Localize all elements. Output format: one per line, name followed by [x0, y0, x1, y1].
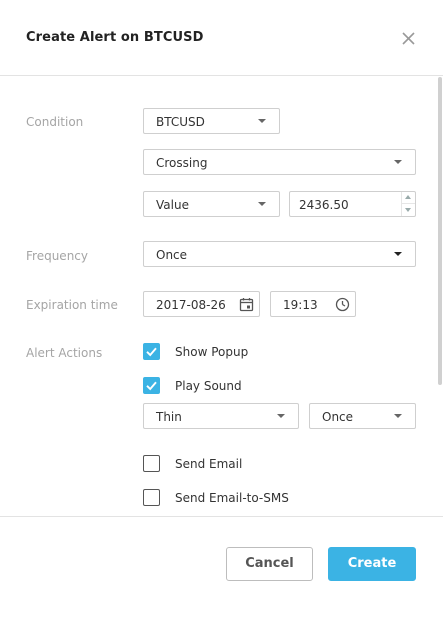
chevron-down-icon	[394, 160, 402, 164]
cancel-button[interactable]: Cancel	[226, 547, 313, 581]
expiration-time-input[interactable]: 19:13	[270, 291, 356, 317]
expiration-label: Expiration time	[26, 298, 118, 312]
calendar-icon[interactable]	[239, 297, 254, 312]
send-email-sms-checkbox[interactable]	[143, 489, 160, 506]
frequency-select[interactable]: Once	[143, 241, 416, 267]
value-input-text: 2436.50	[299, 198, 349, 212]
dialog-body: Condition BTCUSD Crossing Value 2436.50 …	[0, 77, 443, 516]
value-type-value: Value	[156, 198, 189, 212]
sound-name-select[interactable]: Thin	[143, 403, 299, 429]
stepper-divider	[402, 203, 415, 204]
chevron-down-icon	[258, 119, 266, 123]
chevron-down-icon	[394, 414, 402, 418]
expiration-date-input[interactable]: 2017-08-26	[143, 291, 260, 317]
value-type-select[interactable]: Value	[143, 191, 280, 217]
expiration-time-value: 19:13	[283, 298, 318, 312]
chevron-down-icon	[277, 414, 285, 418]
sound-repeat-select[interactable]: Once	[309, 403, 416, 429]
show-popup-checkbox[interactable]	[143, 343, 160, 360]
sound-repeat-value: Once	[322, 410, 354, 424]
expiration-date-value: 2017-08-26	[156, 298, 226, 312]
dialog-footer: Cancel Create	[0, 516, 443, 617]
create-button[interactable]: Create	[328, 547, 416, 581]
close-button[interactable]	[400, 30, 418, 48]
chevron-down-icon	[258, 202, 266, 206]
chevron-down-icon	[394, 252, 402, 256]
dialog-title: Create Alert on BTCUSD	[26, 30, 204, 45]
symbol-select-value: BTCUSD	[156, 115, 205, 129]
create-alert-dialog: Create Alert on BTCUSD Condition BTCUSD …	[0, 0, 443, 617]
frequency-select-value: Once	[156, 248, 188, 262]
alert-actions-label: Alert Actions	[26, 346, 103, 360]
dialog-header: Create Alert on BTCUSD	[0, 0, 443, 76]
condition-operator-value: Crossing	[156, 156, 208, 170]
send-email-label[interactable]: Send Email	[175, 457, 242, 471]
frequency-label: Frequency	[26, 249, 88, 263]
chevron-down-icon[interactable]	[405, 208, 411, 212]
close-icon	[402, 32, 415, 45]
condition-label: Condition	[26, 115, 84, 129]
show-popup-label[interactable]: Show Popup	[175, 345, 248, 359]
play-sound-checkbox[interactable]	[143, 377, 160, 394]
symbol-select[interactable]: BTCUSD	[143, 108, 280, 134]
check-icon	[146, 347, 157, 357]
condition-operator-select[interactable]: Crossing	[143, 149, 416, 175]
clock-icon[interactable]	[335, 297, 350, 312]
scrollbar-thumb[interactable]	[438, 77, 442, 385]
sound-name-value: Thin	[156, 410, 182, 424]
send-email-sms-label[interactable]: Send Email-to-SMS	[175, 491, 289, 505]
check-icon	[146, 381, 157, 391]
value-stepper[interactable]	[401, 192, 415, 216]
body-scrollbar[interactable]	[437, 77, 443, 516]
send-email-checkbox[interactable]	[143, 455, 160, 472]
value-input[interactable]: 2436.50	[289, 191, 416, 217]
chevron-up-icon[interactable]	[405, 195, 411, 199]
play-sound-label[interactable]: Play Sound	[175, 379, 242, 393]
